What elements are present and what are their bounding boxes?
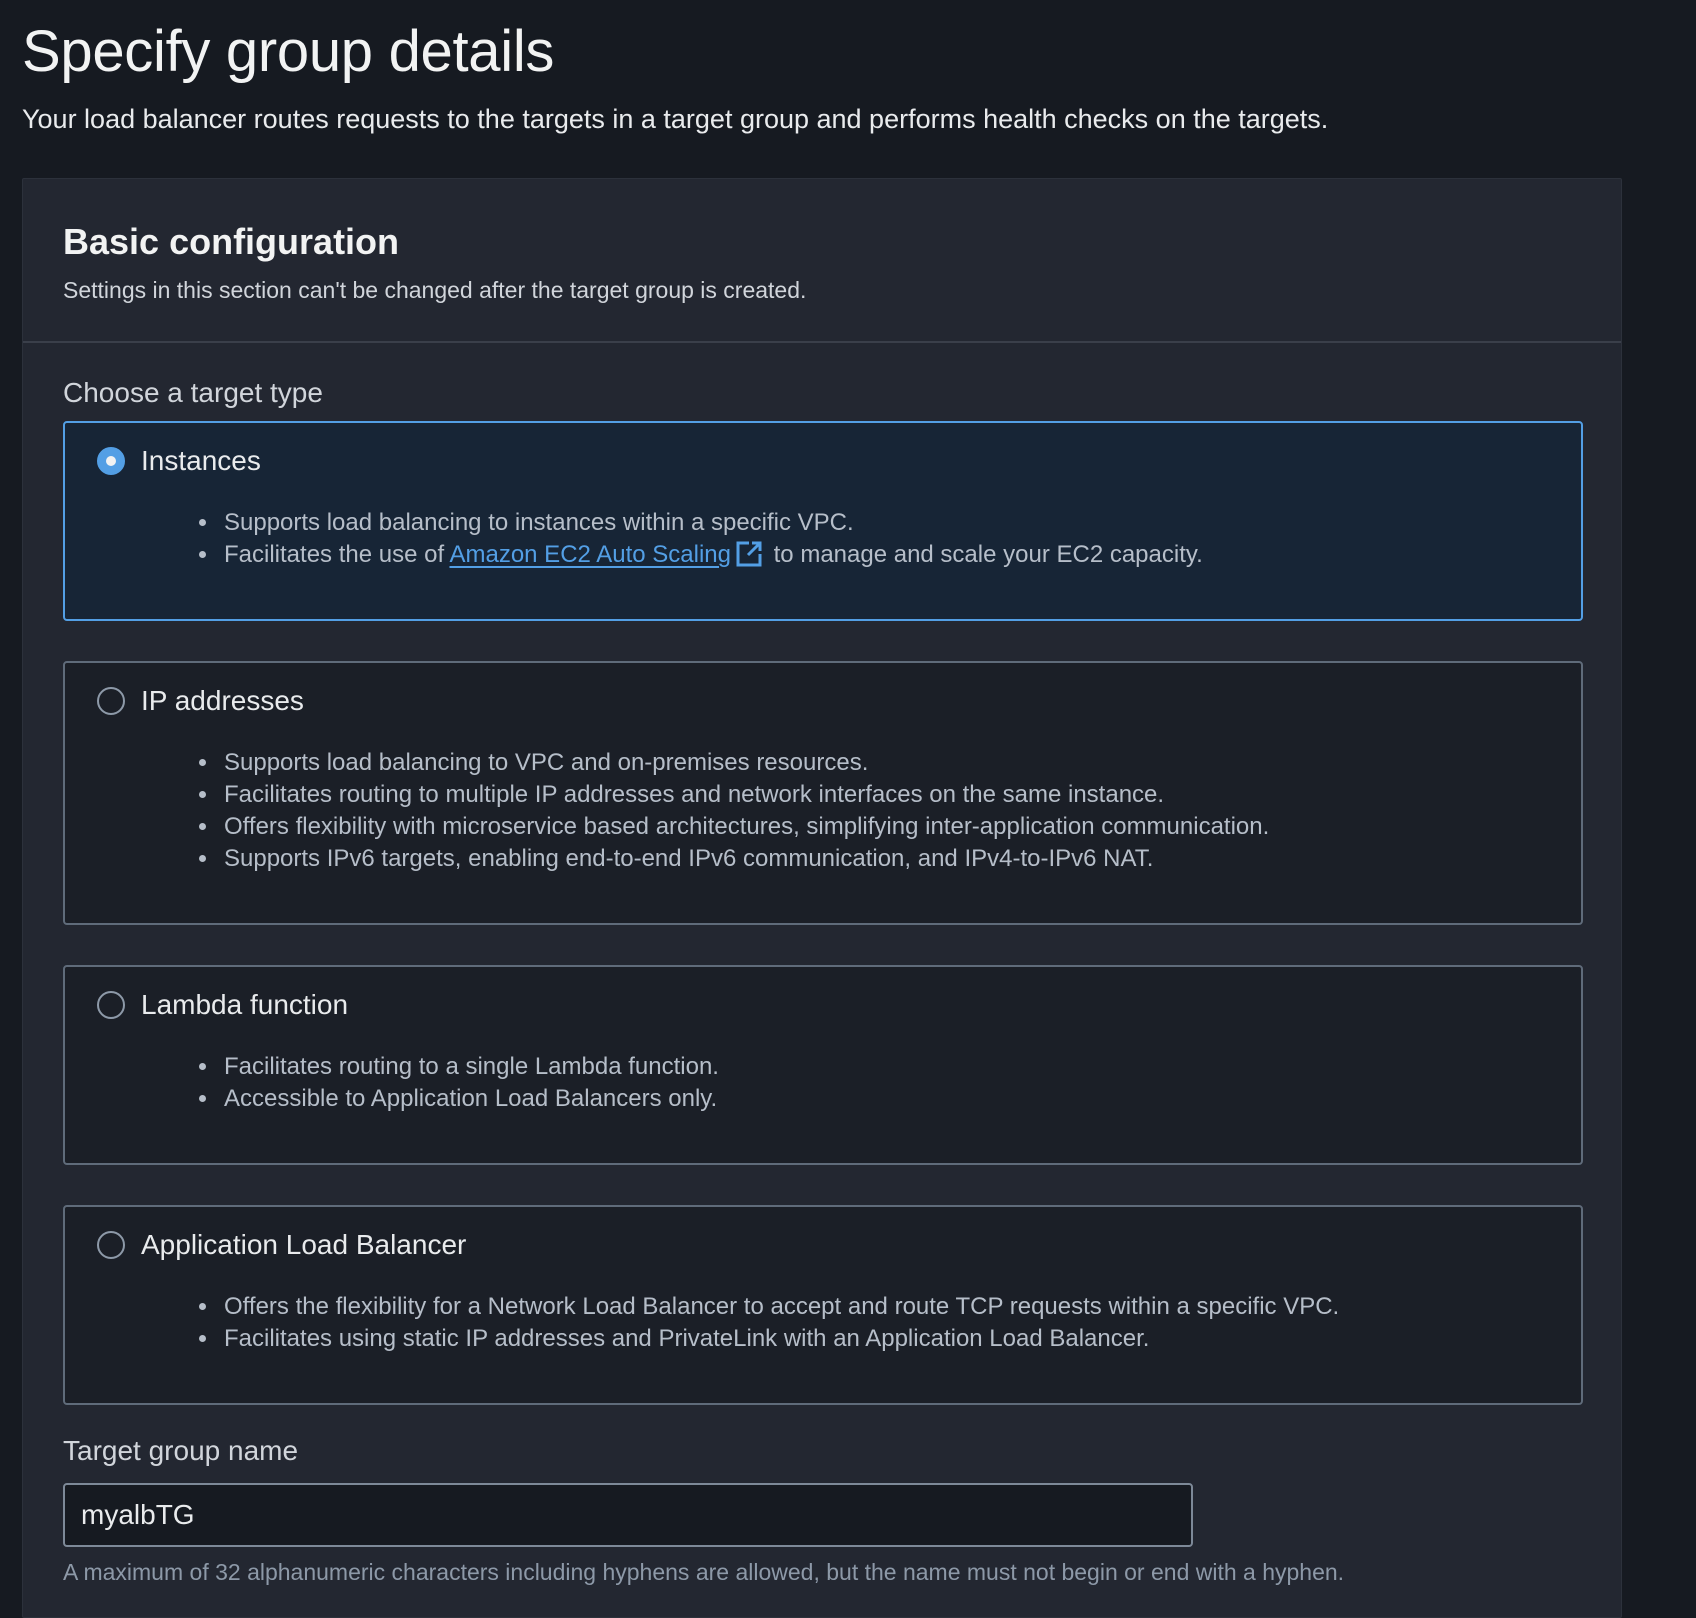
radio-button-lambda-function[interactable] xyxy=(97,991,125,1019)
option-bullets: Supports load balancing to instances wit… xyxy=(220,507,1203,571)
target-type-option-ip-addresses[interactable]: IP addresses Supports load balancing to … xyxy=(63,661,1583,925)
target-group-name-input[interactable] xyxy=(63,1483,1193,1547)
target-group-name-label: Target group name xyxy=(63,1435,299,1466)
target-type-option-instances[interactable]: Instances Supports load balancing to ins… xyxy=(63,421,1583,621)
target-type-label: Choose a target type xyxy=(63,377,323,408)
option-bullets: Offers the flexibility for a Network Loa… xyxy=(220,1291,1339,1355)
bullet-item: Offers flexibility with microservice bas… xyxy=(220,811,1269,843)
external-link-icon[interactable] xyxy=(735,540,763,568)
option-title: IP addresses xyxy=(141,685,304,716)
bullet-item: Facilitates routing to multiple IP addre… xyxy=(220,779,1269,811)
bullet-item: Facilitates using static IP addresses an… xyxy=(220,1323,1339,1355)
bullet-item: Accessible to Application Load Balancers… xyxy=(220,1083,719,1115)
page-header: Specify group details Your load balancer… xyxy=(22,18,1328,136)
option-bullets: Supports load balancing to VPC and on-pr… xyxy=(220,747,1269,875)
bullet-item: Supports load balancing to instances wit… xyxy=(220,507,1203,539)
target-group-name-hint: A maximum of 32 alphanumeric characters … xyxy=(63,1559,1345,1585)
section-title: Basic configuration xyxy=(63,221,400,262)
bullet-item: Offers the flexibility for a Network Loa… xyxy=(220,1291,1339,1323)
radio-button-instances[interactable] xyxy=(97,447,125,475)
tile-header: Lambda function xyxy=(97,989,348,1021)
bullet-text: to manage and scale your EC2 capacity. xyxy=(766,541,1203,568)
target-type-option-application-load-balancer[interactable]: Application Load Balancer Offers the fle… xyxy=(63,1205,1583,1405)
basic-configuration-panel: Basic configuration Settings in this sec… xyxy=(22,178,1622,1618)
tile-header: IP addresses xyxy=(97,685,304,717)
page-title: Specify group details xyxy=(22,19,555,84)
radio-button-application-load-balancer[interactable] xyxy=(97,1231,125,1259)
bullet-item: Supports IPv6 targets, enabling end-to-e… xyxy=(220,843,1269,875)
bullet-text: Facilitates the use of xyxy=(224,541,450,568)
page-description: Your load balancer routes requests to th… xyxy=(22,104,1329,134)
option-bullets: Facilitates routing to a single Lambda f… xyxy=(220,1051,719,1115)
option-title: Application Load Balancer xyxy=(141,1229,467,1260)
target-type-option-lambda-function[interactable]: Lambda function Facilitates routing to a… xyxy=(63,965,1583,1165)
tile-header: Instances xyxy=(97,445,261,477)
bullet-item: Facilitates routing to a single Lambda f… xyxy=(220,1051,719,1083)
option-title: Lambda function xyxy=(141,989,349,1020)
tile-header: Application Load Balancer xyxy=(97,1229,466,1261)
bullet-item: Supports load balancing to VPC and on-pr… xyxy=(220,747,1269,779)
panel-header: Basic configuration Settings in this sec… xyxy=(23,179,1621,343)
section-description: Settings in this section can't be change… xyxy=(63,277,807,303)
ec2-auto-scaling-link[interactable]: Amazon EC2 Auto Scaling xyxy=(449,541,731,568)
bullet-item: Facilitates the use of Amazon EC2 Auto S… xyxy=(220,539,1203,571)
option-title: Instances xyxy=(141,445,261,476)
radio-button-ip-addresses[interactable] xyxy=(97,687,125,715)
